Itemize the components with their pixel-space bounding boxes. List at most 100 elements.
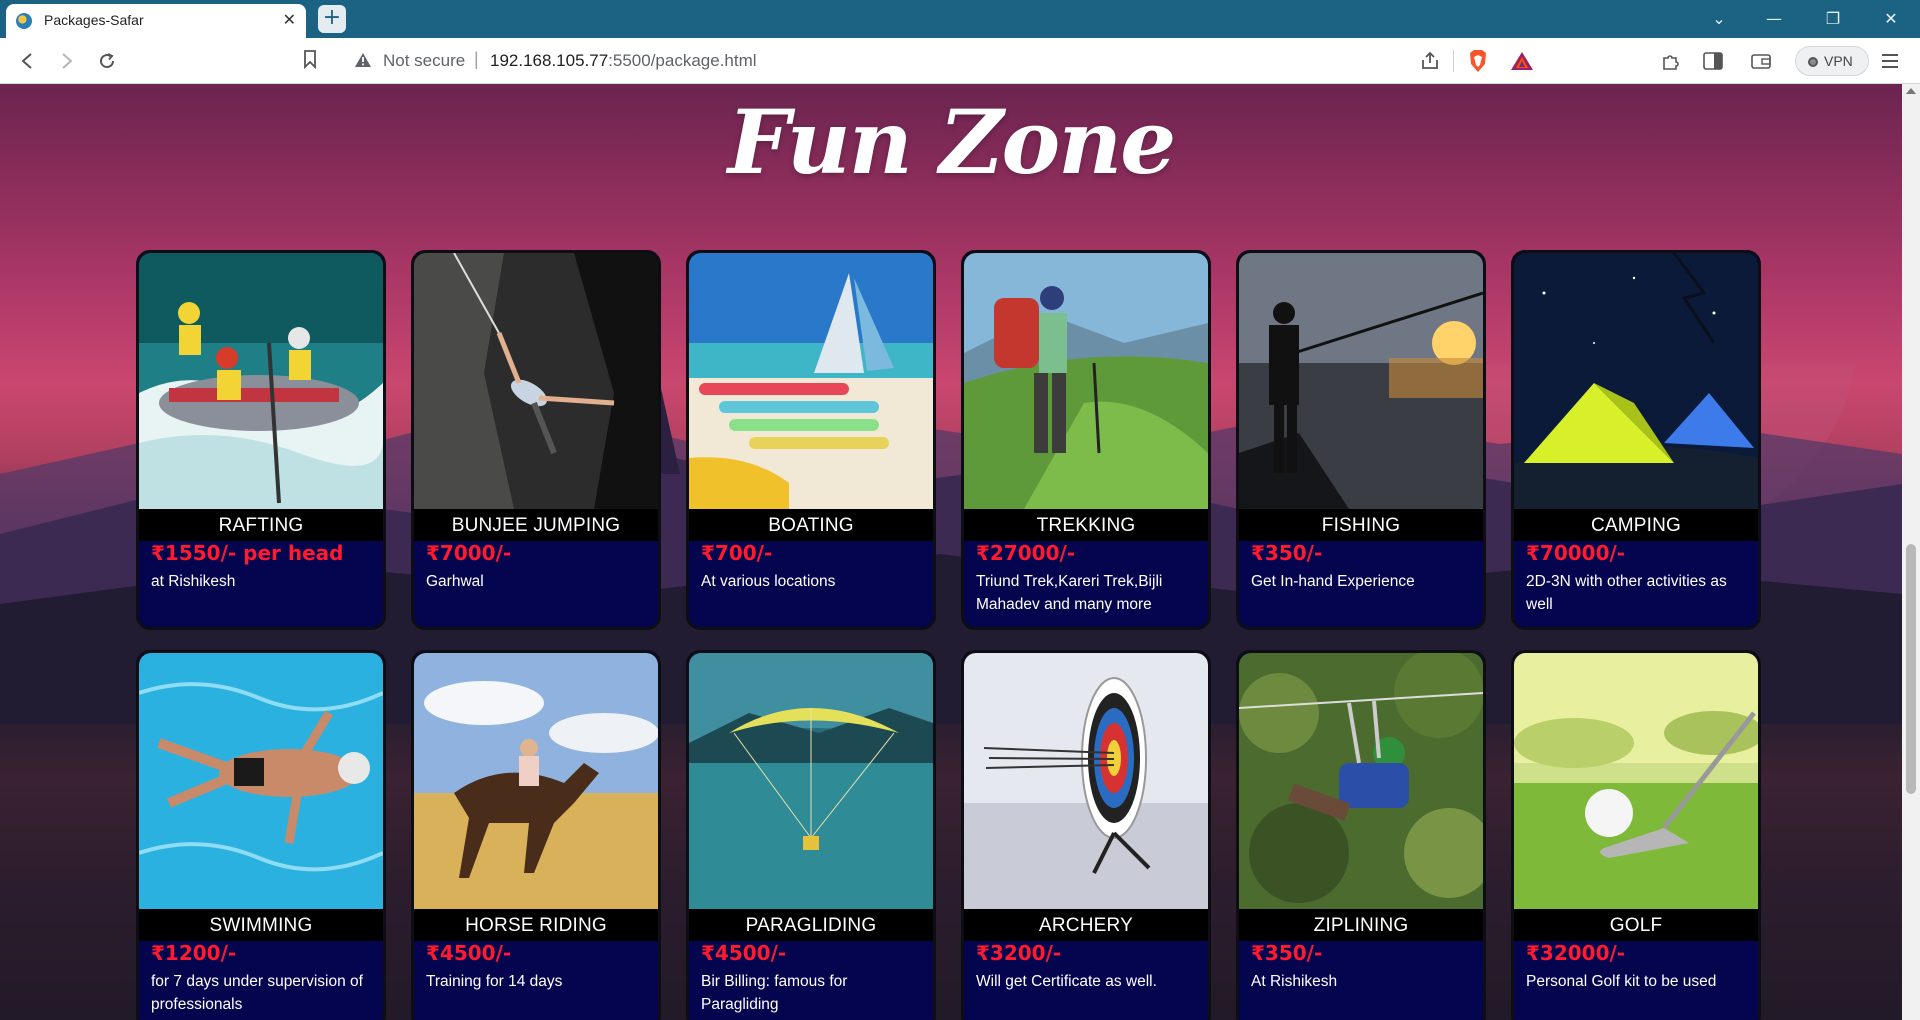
sidebar-icon[interactable]: [1702, 50, 1724, 72]
warning-icon[interactable]: [354, 52, 372, 68]
package-title: BOATING: [768, 515, 854, 536]
tab-search-chevron-icon[interactable]: ⌄: [1699, 6, 1739, 32]
package-description: at Rishikesh: [151, 573, 236, 590]
package-description: Garhwal: [426, 573, 484, 590]
toolbar-divider: [1453, 50, 1454, 72]
url-field[interactable]: 192.168.105.77:5500/package.html: [490, 51, 757, 71]
address-bar: Not secure | 192.168.105.77:5500/package…: [0, 38, 1920, 84]
package-title: HORSE RIDING: [465, 915, 607, 936]
minimize-icon[interactable]: —: [1754, 6, 1794, 32]
hamburger-menu-icon[interactable]: [1880, 51, 1900, 71]
puzzle-icon[interactable]: [1660, 50, 1682, 72]
package-price: ₹350/-: [1251, 941, 1323, 965]
package-card-camping[interactable]: CAMPING ₹70000/- 2D-3N with other activi…: [1511, 250, 1761, 630]
rafting-image: [139, 253, 383, 509]
package-description: Will get Certificate as well.: [976, 973, 1157, 990]
package-title: ARCHERY: [1039, 915, 1133, 936]
fishing-image: [1239, 253, 1483, 509]
package-description: Get In-hand Experience: [1251, 573, 1415, 590]
package-description: for 7 days under supervision of professi…: [151, 973, 363, 1013]
package-title: CAMPING: [1590, 515, 1682, 536]
package-price: ₹350/-: [1251, 541, 1323, 565]
package-card-fishing[interactable]: FISHING ₹350/- Get In-hand Experience: [1236, 250, 1486, 630]
arrow-right-icon: [62, 53, 72, 69]
reload-icon: [100, 53, 115, 69]
ziplining-image: [1239, 653, 1483, 909]
wallet-icon[interactable]: [1750, 50, 1772, 72]
package-title: RAFTING: [218, 515, 304, 536]
new-tab-button[interactable]: +: [318, 5, 346, 33]
vpn-button[interactable]: VPN: [1795, 46, 1869, 76]
package-price: ₹4500/-: [701, 941, 787, 965]
scroll-thumb[interactable]: [1906, 544, 1916, 794]
golf-image: [1514, 653, 1758, 909]
package-price: ₹27000/-: [976, 541, 1076, 565]
package-card-archery[interactable]: ARCHERY ₹3200/- Will get Certificate as …: [961, 650, 1211, 1020]
url-separator: |: [474, 49, 479, 69]
package-card-paragliding[interactable]: PARAGLIDING ₹4500/- Bir Billing: famous …: [686, 650, 936, 1020]
package-title: GOLF: [1609, 915, 1663, 936]
reload-button[interactable]: [94, 48, 120, 74]
favicon-icon: [16, 13, 32, 29]
close-tab-icon[interactable]: ✕: [283, 10, 296, 30]
paragliding-image: [689, 653, 933, 909]
package-title: BUNJEE JUMPING: [451, 515, 621, 536]
bunjee-jumping-image: [414, 253, 658, 509]
tab-strip: Packages-Safar ✕ + ⌄ — ❐ ✕: [0, 0, 1920, 38]
boating-image: [689, 253, 933, 509]
package-price: ₹700/-: [701, 541, 773, 565]
package-title: PARAGLIDING: [745, 915, 877, 936]
package-price: ₹32000/-: [1526, 941, 1626, 965]
package-card-ziplining[interactable]: ZIPLINING ₹350/- At Rishikesh: [1236, 650, 1486, 1020]
trekking-image: [964, 253, 1208, 509]
not-secure-label[interactable]: Not secure: [383, 51, 465, 71]
package-price: ₹3200/-: [976, 941, 1062, 965]
brave-shield-icon[interactable]: [1467, 49, 1489, 73]
tab-title: Packages-Safar: [44, 12, 144, 28]
vpn-label: VPN: [1824, 53, 1853, 69]
package-description: At various locations: [701, 573, 836, 590]
vpn-status-icon: [1808, 57, 1818, 67]
scroll-up-arrow-icon[interactable]: [1906, 88, 1916, 94]
package-title: ZIPLINING: [1313, 915, 1409, 936]
url-path: :5500/package.html: [608, 51, 757, 70]
package-price: ₹7000/-: [426, 541, 512, 565]
package-description: Personal Golf kit to be used: [1526, 973, 1717, 990]
package-price: ₹4500/-: [426, 941, 512, 965]
back-button[interactable]: [14, 48, 40, 74]
package-title: TREKKING: [1036, 515, 1136, 536]
archery-image: [964, 653, 1208, 909]
page-viewport: Fun Zone RAFTING ₹1550/- per head at Ris…: [0, 84, 1902, 1020]
bookmark-icon[interactable]: [303, 49, 317, 69]
vertical-scrollbar[interactable]: [1902, 84, 1920, 1020]
brave-rewards-icon[interactable]: [1510, 51, 1534, 71]
forward-button[interactable]: [54, 48, 80, 74]
package-description: Bir Billing: famous for Paragliding: [701, 973, 848, 1013]
package-description: Triund Trek,Kareri Trek,Bijli Mahadev an…: [976, 573, 1163, 613]
share-icon[interactable]: [1419, 50, 1441, 72]
horse-riding-image: [414, 653, 658, 909]
package-description: Training for 14 days: [426, 973, 563, 990]
package-card-trekking[interactable]: TREKKING ₹27000/- Triund Trek,Kareri Tre…: [961, 250, 1211, 630]
page-heading: Fun Zone: [727, 90, 1176, 194]
package-price: ₹1200/-: [151, 941, 237, 965]
browser-tab[interactable]: Packages-Safar ✕: [6, 4, 306, 38]
package-card-bunjee-jumping[interactable]: BUNJEE JUMPING ₹7000/- Garhwal: [411, 250, 661, 630]
package-price: ₹70000/-: [1526, 541, 1626, 565]
camping-image: [1514, 253, 1758, 509]
package-title: FISHING: [1321, 515, 1401, 536]
package-title: SWIMMING: [209, 915, 313, 936]
package-card-boating[interactable]: BOATING ₹700/- At various locations: [686, 250, 936, 630]
package-card-rafting[interactable]: RAFTING ₹1550/- per head at Rishikesh: [136, 250, 386, 630]
close-window-icon[interactable]: ✕: [1871, 6, 1911, 32]
url-host: 192.168.105.77: [490, 51, 609, 70]
swimming-image: [139, 653, 383, 909]
package-price: ₹1550/- per head: [151, 541, 344, 565]
package-card-golf[interactable]: GOLF ₹32000/- Personal Golf kit to be us…: [1511, 650, 1761, 1020]
package-description: 2D-3N with other activities as well: [1526, 573, 1727, 613]
package-description: At Rishikesh: [1251, 973, 1338, 990]
package-card-swimming[interactable]: SWIMMING ₹1200/- for 7 days under superv…: [136, 650, 386, 1020]
restore-icon[interactable]: ❐: [1813, 6, 1853, 32]
package-card-horse-riding[interactable]: HORSE RIDING ₹4500/- Training for 14 day…: [411, 650, 661, 1020]
arrow-left-icon: [22, 53, 32, 69]
